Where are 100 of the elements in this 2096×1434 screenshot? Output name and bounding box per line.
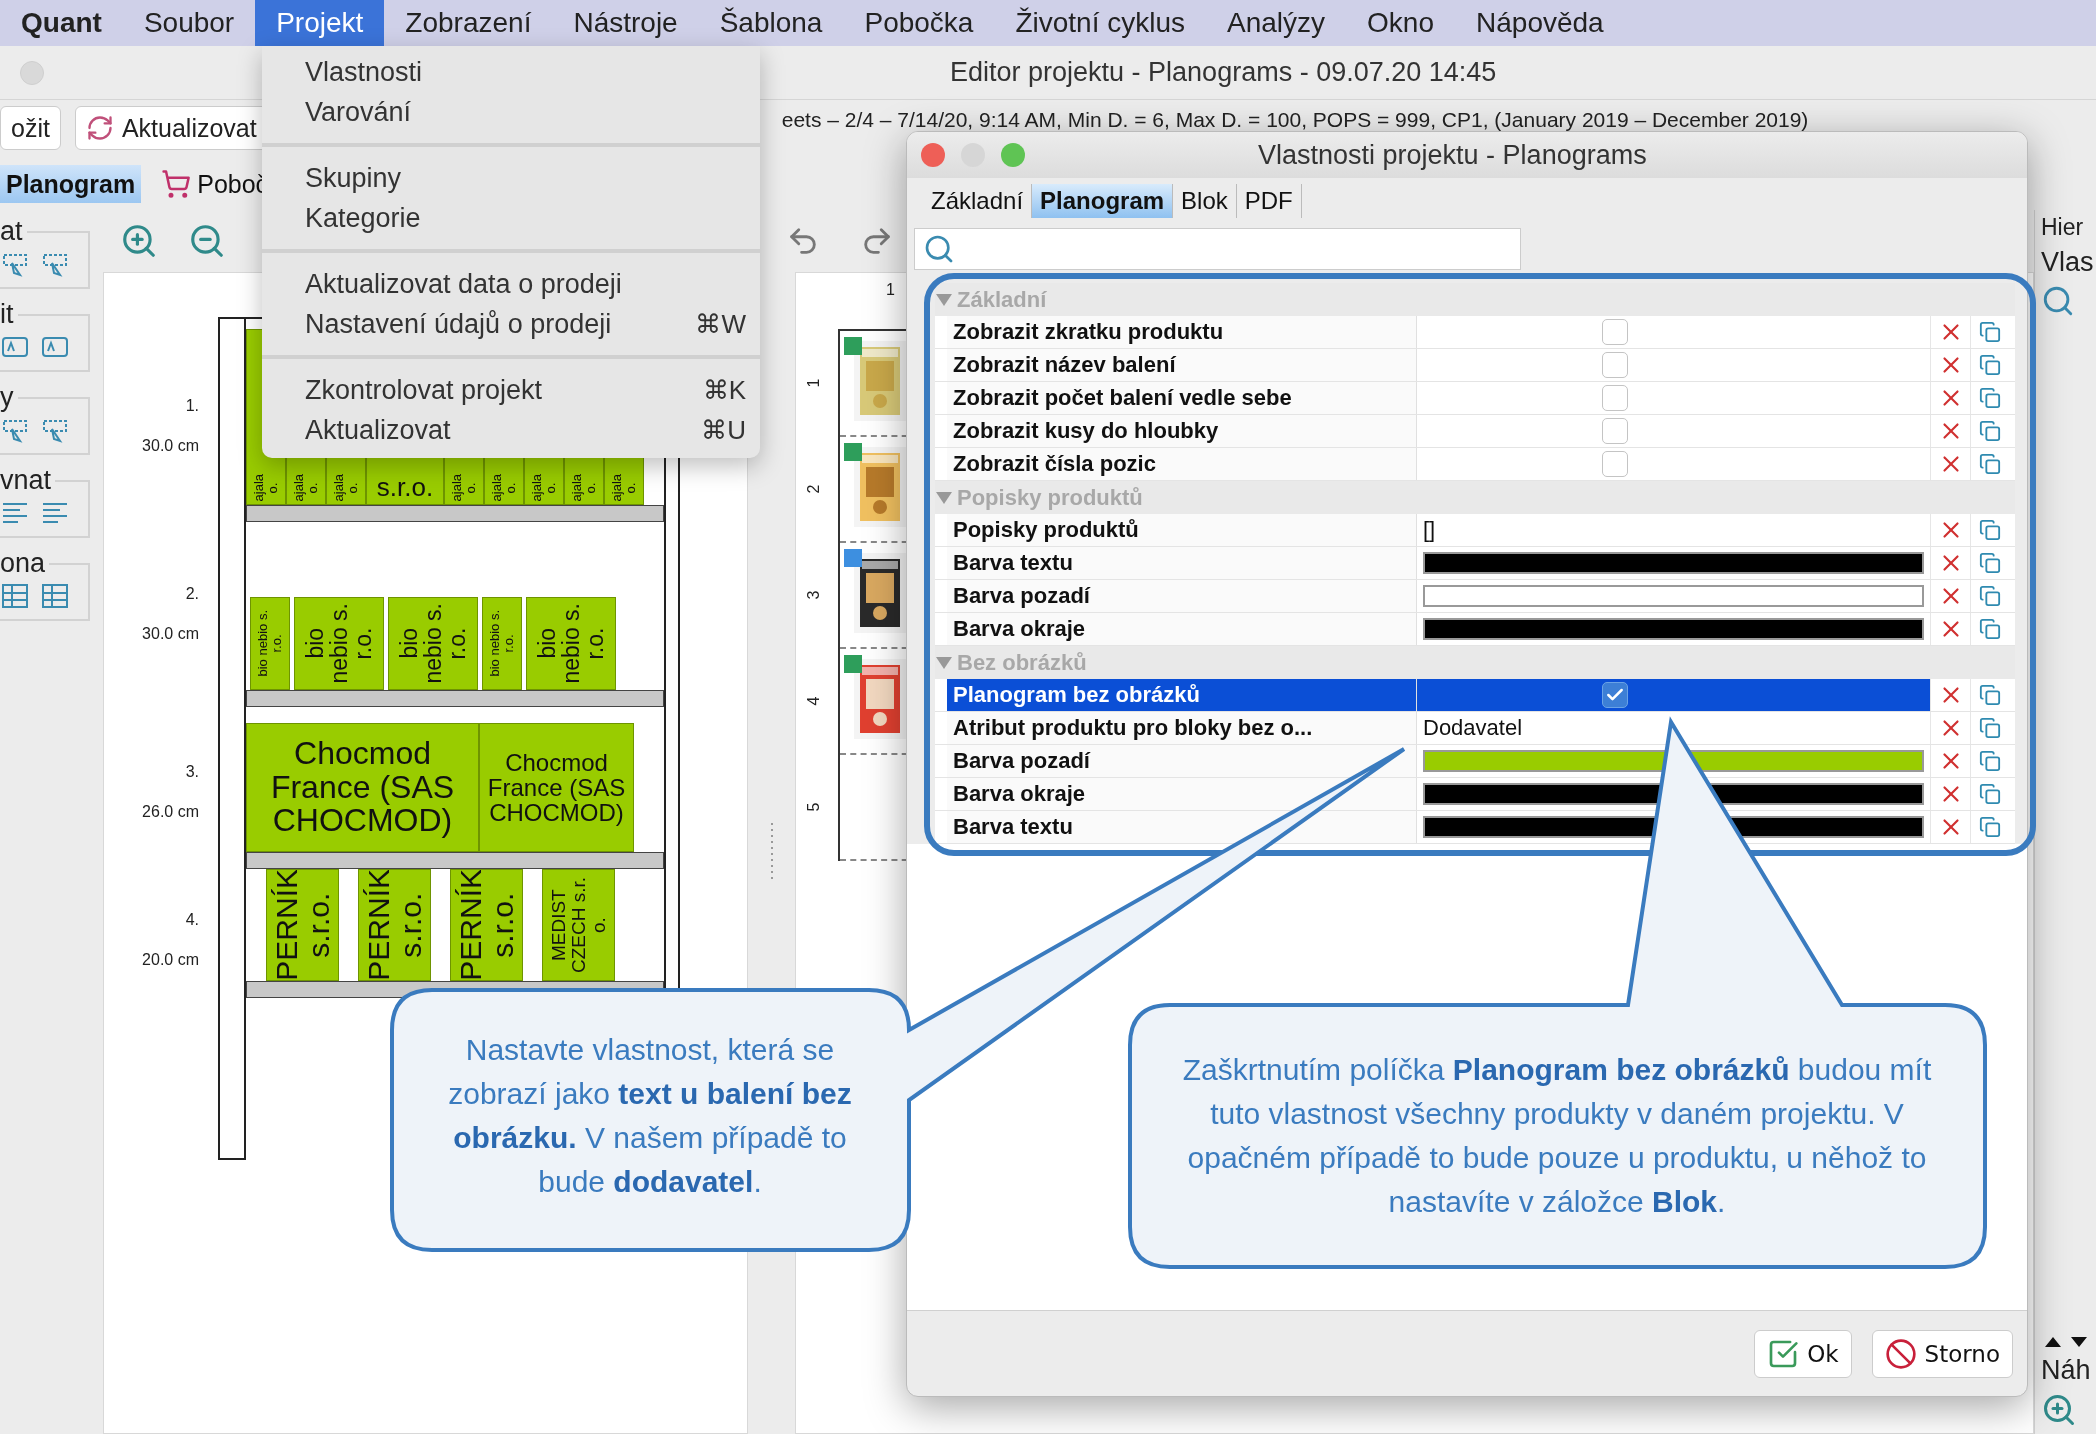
menu-item[interactable]: Zobrazení <box>384 0 553 46</box>
menu-item[interactable]: Nápověda <box>1455 0 1625 46</box>
menu-entry[interactable]: Nastavení údajů o prodeji ⌘W <box>262 304 760 344</box>
copy-icon[interactable] <box>1978 552 2001 574</box>
menu-entry[interactable]: Aktualizovat ⌘U <box>262 410 760 450</box>
copy-icon[interactable] <box>1978 750 2001 772</box>
dialog-tab[interactable]: Blok <box>1173 184 1237 218</box>
menu-entry[interactable]: Vlastnosti <box>262 52 760 92</box>
menu-entry-label: Kategorie <box>305 202 421 234</box>
menu-item[interactable]: Analýzy <box>1206 0 1347 46</box>
product-block[interactable]: MEDIST CZECH s.r. o. <box>542 869 615 981</box>
property-label[interactable]: Barva okraje <box>947 778 1417 810</box>
menu-item[interactable]: Pobočka <box>843 0 995 46</box>
color-swatch[interactable] <box>1423 585 1924 607</box>
product-block[interactable]: bio nebio s. r.o. <box>250 597 290 690</box>
dialog-title: Vlastnosti projektu - Planograms <box>1258 139 1647 171</box>
product-block[interactable]: PERNÍK s.r.o. <box>358 869 431 981</box>
checkbox[interactable] <box>1602 319 1628 345</box>
zoom-in-icon[interactable] <box>2041 1392 2077 1428</box>
checkbox[interactable] <box>1602 451 1628 477</box>
search-field[interactable] <box>914 228 1521 270</box>
copy-icon[interactable] <box>1978 321 2001 343</box>
menu-entry[interactable]: Kategorie <box>262 198 760 238</box>
menu-item[interactable]: Nástroje <box>552 0 699 46</box>
panel-tab[interactable]: Vlas <box>2041 247 2096 278</box>
copy-icon[interactable] <box>1978 783 2001 805</box>
product-block[interactable]: PERNÍK s.r.o. <box>450 869 523 981</box>
property-label[interactable]: Barva okraje <box>947 613 1417 645</box>
product-block[interactable]: bio nebio s. r.o. <box>482 597 522 690</box>
property-label[interactable]: Barva textu <box>947 811 1417 843</box>
copy-icon[interactable] <box>1978 816 2001 838</box>
cancel-button[interactable]: Storno <box>1871 1329 2013 1378</box>
product-block[interactable]: PERNÍK s.r.o. <box>266 869 339 981</box>
copy-icon[interactable] <box>1978 618 2001 640</box>
product-block[interactable]: bio nebio s. r.o. <box>526 597 616 690</box>
expand-triangle-icon[interactable] <box>935 490 953 505</box>
copy-icon[interactable] <box>1978 684 2001 706</box>
property-label[interactable]: Zobrazit čísla pozic <box>947 448 1417 480</box>
shelf-number: 1. <box>185 397 199 415</box>
table-icon[interactable] <box>40 581 70 611</box>
view-tab[interactable]: Planogram <box>0 165 142 203</box>
position-number: 2 <box>805 484 824 494</box>
menu-entry[interactable]: Skupiny <box>262 158 760 198</box>
property-label[interactable]: Barva pozadí <box>947 745 1417 777</box>
property-label[interactable]: Popisky produktů <box>947 514 1417 546</box>
copy-icon[interactable] <box>1978 354 2001 376</box>
menu-entry-label: Aktualizovat <box>305 414 451 446</box>
search-icon[interactable] <box>2041 284 2075 318</box>
expand-triangle-icon[interactable] <box>935 292 953 307</box>
checkbox[interactable] <box>1602 418 1628 444</box>
toolbar-button[interactable]: ožit <box>0 106 61 150</box>
expand-triangle-icon[interactable] <box>935 655 953 670</box>
zoom-out-icon[interactable] <box>188 222 226 260</box>
group-title: ona <box>0 548 47 579</box>
dialog-tab[interactable]: PDF <box>1236 184 1302 218</box>
checkbox[interactable] <box>1602 385 1628 411</box>
product-block[interactable]: Chocmod France (SAS CHOCMOD) <box>246 723 479 852</box>
shelf-height: 30.0 cm <box>142 625 199 643</box>
zoom-in-icon[interactable] <box>120 222 158 260</box>
copy-icon[interactable] <box>1978 453 2001 475</box>
menu-item[interactable]: Projekt <box>255 0 385 46</box>
group-title: y <box>0 382 15 413</box>
checkbox[interactable] <box>1602 352 1628 378</box>
copy-icon[interactable] <box>1978 717 2001 739</box>
property-label[interactable]: Atribut produktu pro bloky bez o... <box>947 712 1417 744</box>
position-number: 1 <box>805 378 824 388</box>
menu-item[interactable]: Životní cyklus <box>994 0 1207 46</box>
cart-icon <box>161 169 192 199</box>
property-label[interactable]: Barva textu <box>947 547 1417 579</box>
color-swatch[interactable] <box>1423 552 1924 574</box>
position-number: 3 <box>805 590 824 600</box>
copy-icon[interactable] <box>1978 387 2001 409</box>
property-label[interactable]: Zobrazit zkratku produktu <box>947 316 1417 348</box>
close-button[interactable] <box>921 143 945 167</box>
menu-item[interactable]: Quant <box>0 0 123 46</box>
color-swatch[interactable] <box>1423 750 1924 772</box>
shelf-number: 3. <box>185 763 199 781</box>
menu-entry[interactable]: Aktualizovat data o prodeji <box>262 264 760 304</box>
menu-entry[interactable]: Zkontrolovat projekt ⌘K <box>262 370 760 410</box>
property-label[interactable]: Planogram bez obrázků <box>947 679 1417 711</box>
property-label[interactable]: Zobrazit název balení <box>947 349 1417 381</box>
table-icon[interactable] <box>0 581 30 611</box>
property-label[interactable]: Zobrazit počet balení vedle sebe <box>947 382 1417 414</box>
menu-item[interactable]: Okno <box>1346 0 1455 46</box>
product-block[interactable]: bio nebio s. r.o. <box>294 597 384 690</box>
property-label[interactable]: Barva pozadí <box>947 580 1417 612</box>
product-block[interactable]: Chocmod France (SAS CHOCMOD) <box>479 723 634 852</box>
ok-button[interactable]: Ok <box>1754 1329 1852 1378</box>
dialog-tab[interactable]: Planogram <box>1032 184 1174 218</box>
product-block[interactable]: bio nebio s. r.o. <box>388 597 478 690</box>
color-swatch[interactable] <box>1423 618 1924 640</box>
group-title: Popisky produktů <box>957 484 1143 511</box>
copy-icon[interactable] <box>1978 420 2001 442</box>
property-value: Dodavatel <box>1423 715 1523 741</box>
checkbox[interactable] <box>1602 682 1628 708</box>
copy-icon[interactable] <box>1978 519 2001 541</box>
menu-item[interactable]: Soubor <box>122 0 256 46</box>
copy-icon[interactable] <box>1978 585 2001 607</box>
property-label[interactable]: Zobrazit kusy do hloubky <box>947 415 1417 447</box>
menu-item[interactable]: Šablona <box>698 0 844 46</box>
